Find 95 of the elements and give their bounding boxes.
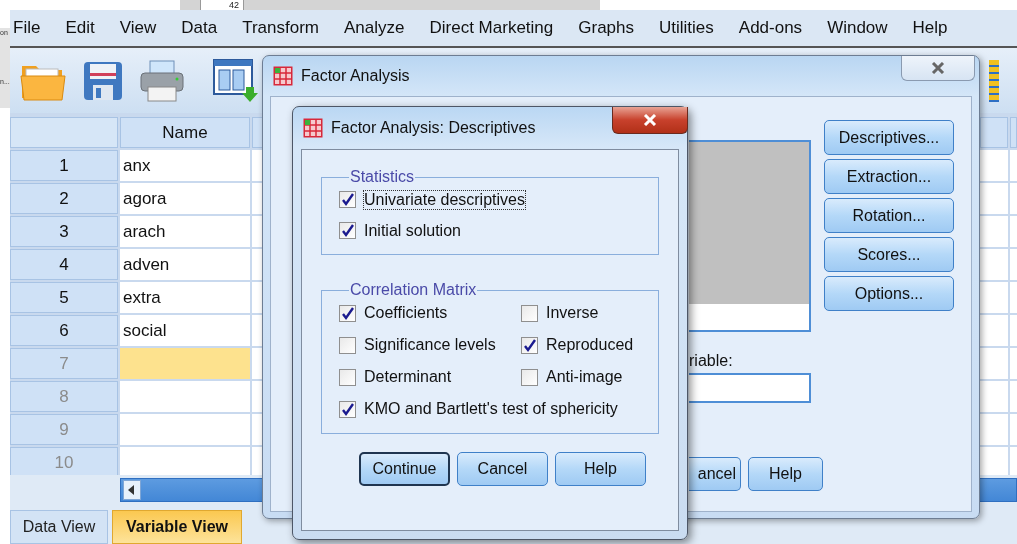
table-cell[interactable] (980, 150, 1008, 181)
menu-item[interactable]: Edit (64, 16, 106, 40)
field-label: riable: (689, 352, 734, 370)
checkbox[interactable] (339, 191, 356, 208)
checkbox[interactable] (339, 368, 356, 386)
table-cell[interactable] (980, 183, 1008, 214)
checkbox[interactable] (521, 304, 538, 322)
close-button[interactable] (901, 55, 975, 81)
table-cell[interactable] (980, 348, 1008, 379)
button[interactable]: Rotation... (824, 198, 954, 233)
table-cell[interactable] (980, 381, 1008, 412)
row-header[interactable]: 6 (10, 315, 118, 346)
menu-item[interactable]: Analyze (343, 16, 416, 40)
button[interactable]: Cancel (457, 452, 548, 486)
checkbox-label[interactable]: Initial solution (363, 220, 462, 241)
table-cell[interactable]: adven (120, 249, 250, 280)
table-cell[interactable] (980, 216, 1008, 247)
toolbar-icon[interactable] (989, 59, 999, 102)
checkbox-label[interactable]: Reproduced (545, 335, 635, 355)
table-cell[interactable] (1010, 282, 1017, 313)
checkbox-label[interactable]: Coefficients (363, 303, 449, 323)
table-icon (303, 118, 323, 138)
menu-item[interactable]: Window (826, 16, 899, 40)
menu-item[interactable]: Utilities (658, 16, 725, 40)
group-title: Statistics (349, 168, 415, 186)
row-header[interactable]: 2 (10, 183, 118, 214)
input-field[interactable] (689, 373, 811, 403)
checkbox-label[interactable]: Determinant (363, 367, 453, 387)
table-cell[interactable]: arach (120, 216, 250, 247)
button[interactable]: Descriptives... (824, 120, 954, 155)
window-title: Factor Analysis: Descriptives (331, 119, 536, 137)
row-header[interactable]: 4 (10, 249, 118, 280)
table-cell[interactable]: social (120, 315, 250, 346)
checkbox-label[interactable]: Univariate descriptives (363, 189, 526, 210)
group-title: Correlation Matrix (349, 281, 478, 299)
close-button[interactable] (612, 106, 688, 134)
table-cell[interactable] (1010, 183, 1017, 214)
table-cell[interactable] (1010, 414, 1017, 445)
checkbox[interactable] (521, 368, 538, 386)
table-cell[interactable] (1010, 381, 1017, 412)
list-box[interactable] (689, 140, 811, 332)
menu-item[interactable]: Help (911, 16, 959, 40)
column-header[interactable]: Name (120, 117, 250, 148)
tab[interactable]: Data View (10, 510, 108, 544)
table-cell[interactable] (1010, 150, 1017, 181)
table-cell[interactable]: agora (120, 183, 250, 214)
button[interactable]: Extraction... (824, 159, 954, 194)
table-cell[interactable] (980, 414, 1008, 445)
menu-item[interactable]: Direct Marketing (428, 16, 565, 40)
table-cell[interactable] (1010, 348, 1017, 379)
checkbox-label[interactable]: Inverse (545, 303, 600, 323)
printer-icon[interactable] (140, 59, 184, 102)
button[interactable]: Help (555, 452, 646, 486)
button[interactable]: Scores... (824, 237, 954, 272)
close-icon (931, 61, 945, 74)
checkbox-label[interactable]: KMO and Bartlett's test of sphericity (363, 399, 619, 419)
row-header[interactable]: 5 (10, 282, 118, 313)
table-cell[interactable] (1010, 447, 1017, 478)
row-header[interactable]: 1 (10, 150, 118, 181)
table-icon (273, 66, 293, 86)
table-cell[interactable]: anx (120, 150, 250, 181)
checkbox[interactable] (339, 222, 356, 239)
checkbox[interactable] (339, 400, 356, 418)
table-cell[interactable] (1010, 249, 1017, 280)
table-cell[interactable] (980, 282, 1008, 313)
table-cell[interactable] (980, 315, 1008, 346)
checkbox[interactable] (339, 304, 356, 322)
dialog-recall-icon[interactable] (213, 58, 259, 103)
table-cell[interactable]: extra (120, 282, 250, 313)
menu-item[interactable]: Transform (241, 16, 330, 40)
row-header[interactable]: 3 (10, 216, 118, 247)
menu-item[interactable]: Data (180, 16, 229, 40)
checkbox-label[interactable]: Anti-image (545, 367, 624, 387)
button[interactable]: Continue (359, 452, 450, 486)
checkbox[interactable] (339, 336, 356, 354)
save-icon[interactable] (83, 59, 123, 102)
menu-item[interactable]: File (12, 16, 52, 40)
column-header[interactable] (1010, 117, 1017, 148)
menu-item[interactable]: Add-ons (737, 16, 814, 40)
checkbox-label[interactable]: Significance levels (363, 335, 497, 355)
button[interactable]: Help (748, 457, 823, 491)
table-cell: 42 (200, 0, 244, 10)
window-title: Factor Analysis (301, 67, 410, 85)
column-header[interactable] (980, 117, 1008, 148)
scroll-left-icon[interactable] (123, 480, 141, 500)
table-cell[interactable] (1010, 216, 1017, 247)
tab[interactable]: Variable View (112, 510, 242, 544)
button[interactable]: Options... (824, 276, 954, 311)
table-cell[interactable] (1010, 315, 1017, 346)
close-icon (643, 113, 657, 126)
checkbox[interactable] (521, 336, 538, 354)
button[interactable]: ancel (689, 457, 741, 491)
table-cell[interactable] (980, 249, 1008, 280)
menu-item[interactable]: View (118, 16, 168, 40)
menu-item[interactable]: Graphs (577, 16, 645, 40)
